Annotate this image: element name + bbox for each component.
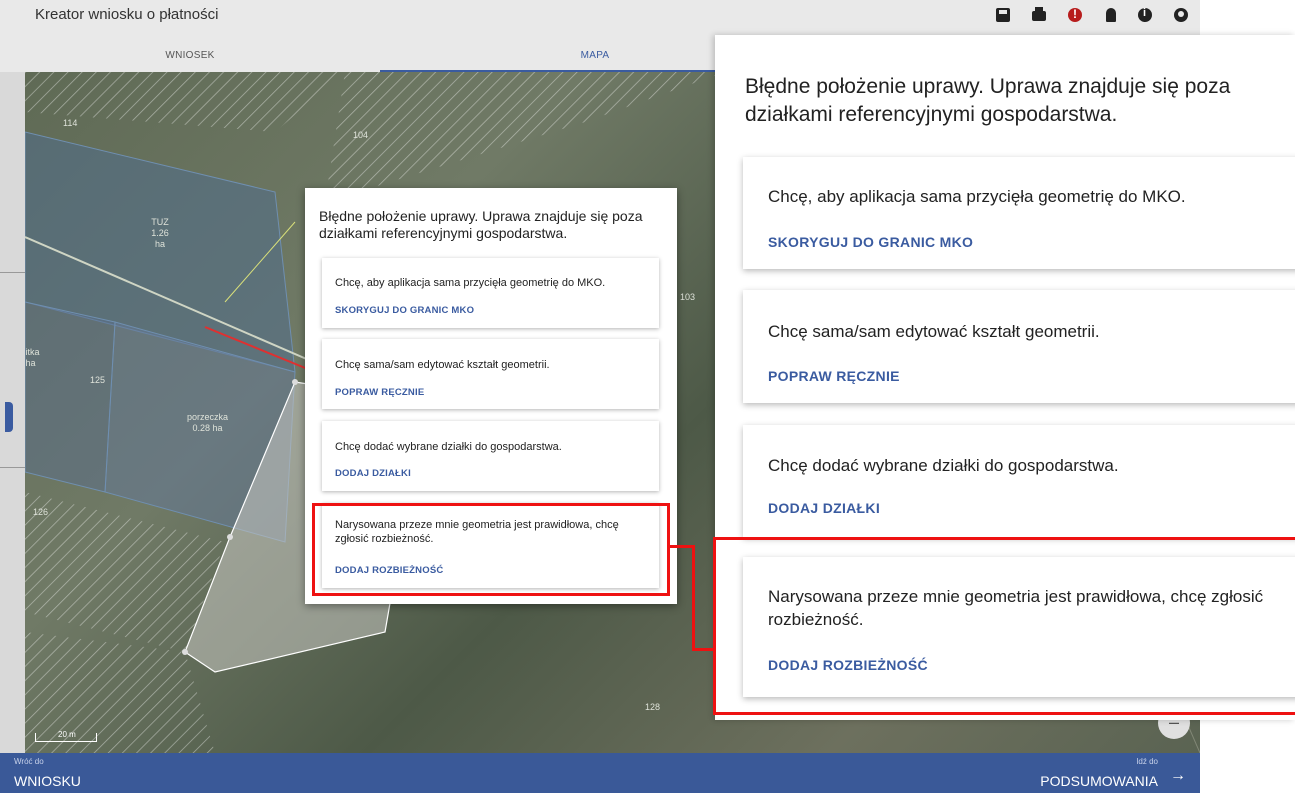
divider: [0, 467, 25, 468]
alert-icon[interactable]: [1068, 7, 1082, 22]
back-button[interactable]: WNIOSKU: [14, 773, 81, 789]
option-text: Chcę sama/sam edytować kształt geometrii…: [768, 322, 1100, 341]
scale-bar: 20 m: [35, 730, 97, 742]
option-text: Chcę sama/sam edytować kształt geometrii…: [335, 359, 550, 371]
parcel-label: 103: [680, 292, 696, 302]
top-bar: Kreator wniosku o płatności: [0, 0, 1200, 40]
parcel-label: 114: [63, 118, 78, 128]
divider: [0, 272, 25, 273]
parcel-label: 104: [353, 130, 369, 140]
crop-name: porzeczka: [186, 412, 229, 422]
back-caption: Wróć do: [14, 757, 44, 766]
option-text: Chcę dodać wybrane działki do gospodarst…: [768, 456, 1119, 475]
highlight-box: [312, 503, 670, 596]
option-text: Chcę dodać wybrane działki do gospodarst…: [335, 441, 562, 453]
left-panel-toggle: [0, 72, 25, 753]
next-button[interactable]: PODSUMOWANIA: [1040, 773, 1158, 789]
crop-label: mitka 0 ha: [25, 347, 53, 369]
manual-edit-button[interactable]: POPRAW RĘCZNIE: [768, 368, 900, 384]
trim-to-mko-button[interactable]: SKORYGUJ DO GRANIC MKO: [768, 234, 973, 250]
zoomed-option-card: Chcę, aby aplikacja sama przycięła geome…: [743, 157, 1295, 269]
option-text: Chcę, aby aplikacja sama przycięła geome…: [768, 187, 1186, 206]
manual-edit-button[interactable]: POPRAW RĘCZNIE: [335, 387, 424, 398]
zoomed-dialog-title: Błędne położenie uprawy. Uprawa znajduje…: [745, 75, 1231, 126]
crop-area: 0.28 ha: [192, 423, 223, 433]
add-parcels-button[interactable]: DODAJ DZIAŁKI: [335, 468, 411, 479]
add-parcels-button[interactable]: DODAJ DZIAŁKI: [768, 500, 880, 516]
crop-area: 1.26 ha: [151, 228, 169, 249]
parcel-hatched: [325, 72, 725, 202]
zoomed-option-card: Chcę sama/sam edytować kształt geometrii…: [743, 290, 1295, 403]
toolbar-icons: [996, 7, 1188, 22]
parcel-mitka: [25, 301, 116, 493]
vertex[interactable]: [227, 534, 233, 540]
connector-line: [692, 545, 695, 651]
print-icon[interactable]: [1032, 7, 1046, 21]
account-icon[interactable]: [1174, 8, 1188, 22]
crop-name: TUZ: [151, 217, 169, 227]
crop-label: TUZ 1.26 ha: [150, 217, 170, 250]
option-card: Chcę dodać wybrane działki do gospodarst…: [322, 421, 659, 491]
option-card: Chcę sama/sam edytować kształt geometrii…: [322, 339, 659, 409]
vertex[interactable]: [292, 379, 298, 385]
info-icon[interactable]: [1138, 7, 1152, 22]
zoomed-highlight-box: [713, 537, 1295, 715]
parcel-label: 126: [33, 507, 49, 517]
connector-line: [670, 545, 692, 548]
connector-line: [692, 648, 714, 651]
parcel-label: 125: [90, 375, 106, 385]
dialog-title: Błędne położenie uprawy. Uprawa znajduje…: [319, 208, 643, 241]
crop-name: mitka: [25, 347, 40, 357]
tab-wniosek[interactable]: WNIOSEK: [0, 40, 380, 72]
app-title: Kreator wniosku o płatności: [35, 6, 219, 23]
crop-label: porzeczka 0.28 ha: [185, 412, 230, 434]
option-card: Chcę, aby aplikacja sama przycięła geome…: [322, 258, 659, 328]
trim-to-mko-button[interactable]: SKORYGUJ DO GRANIC MKO: [335, 305, 474, 316]
crop-area: 0 ha: [25, 358, 36, 368]
arrow-right-icon[interactable]: →: [1170, 767, 1186, 785]
panel-handle[interactable]: [5, 402, 13, 432]
footer-bar: Wróć do WNIOSKU Idź do PODSUMOWANIA →: [0, 753, 1200, 793]
vertex[interactable]: [182, 649, 188, 655]
option-text: Chcę, aby aplikacja sama przycięła geome…: [335, 277, 606, 289]
bell-icon[interactable]: [1106, 8, 1116, 22]
parcel-label: 128: [645, 702, 661, 712]
next-caption: Idź do: [1136, 757, 1158, 766]
scale-label: 20 m: [58, 730, 76, 739]
zoomed-option-card: Chcę dodać wybrane działki do gospodarst…: [743, 425, 1295, 537]
save-icon[interactable]: [996, 8, 1010, 22]
